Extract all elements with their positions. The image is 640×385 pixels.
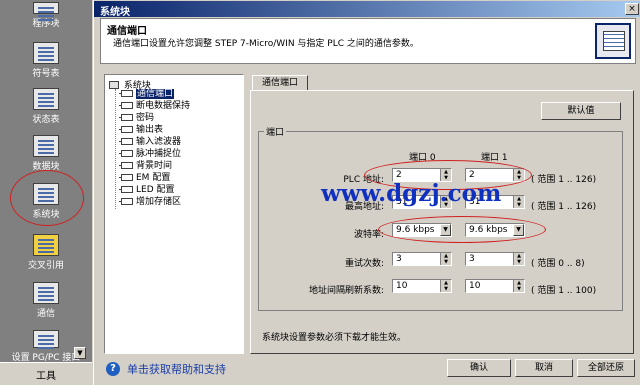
retry-count-label: 重试次数: xyxy=(344,259,384,269)
port-icon xyxy=(119,174,133,181)
scroll-down-button[interactable]: ▼ xyxy=(74,347,86,359)
nav-label: 程序块 xyxy=(32,19,60,29)
nav-symbol-table[interactable]: 符号表 xyxy=(4,42,88,79)
tree-item-label: 背景时间 xyxy=(136,161,173,171)
tree-item-background-time[interactable]: 背景时间 xyxy=(119,161,173,171)
tree-item-em-config[interactable]: EM 配置 xyxy=(119,173,171,183)
restore-all-button[interactable]: 全部还原 xyxy=(577,359,635,377)
port0-gap-update-factor-input[interactable]: 10 ▲ ▼ xyxy=(392,279,452,293)
tools-section[interactable]: 工具 xyxy=(0,362,92,385)
tree-item-label: EM 配置 xyxy=(136,173,171,183)
gap-update-factor-label: 地址间隔刷新系数: xyxy=(308,286,384,296)
watermark: www.dgzj.com xyxy=(321,180,502,207)
port-icon xyxy=(119,150,133,157)
highest-address-range: ( 范围 1 .. 126) xyxy=(531,202,597,212)
nav-label: 通信 xyxy=(36,309,55,319)
symbol-table-icon xyxy=(33,42,59,64)
pgpc-interface-icon xyxy=(33,330,59,348)
port-icon xyxy=(119,102,133,109)
spin-arrows-icon[interactable]: ▲ ▼ xyxy=(513,253,524,265)
tree-item-output-table[interactable]: 输出表 xyxy=(119,125,164,135)
gap-update-factor-range: ( 范围 1 .. 100) xyxy=(531,286,597,296)
nav-communication[interactable]: 通信 xyxy=(4,282,88,319)
help-icon[interactable]: ? xyxy=(106,362,120,376)
help-link[interactable]: 单击获取帮助和支持 xyxy=(127,361,226,377)
port-icon xyxy=(119,138,133,145)
port-group-label: 端口 xyxy=(264,125,287,138)
tree-item-retentive[interactable]: 断电数据保持 xyxy=(119,101,191,111)
nav-label: 状态表 xyxy=(32,115,60,125)
header-title: 通信端口 xyxy=(107,26,147,37)
spin-arrows-icon[interactable]: ▲ ▼ xyxy=(440,280,451,292)
value: 3 xyxy=(396,254,402,264)
tree-item-label: 断电数据保持 xyxy=(136,101,191,111)
communication-icon xyxy=(33,282,59,304)
port-icon xyxy=(119,90,133,97)
plc-address-range: ( 范围 1 .. 126) xyxy=(531,175,597,185)
folder-icon xyxy=(109,81,119,89)
nav-program-block[interactable]: 程序块 xyxy=(4,2,88,29)
default-button[interactable]: 默认值 xyxy=(541,102,621,120)
port1-gap-update-factor-input[interactable]: 10 ▲ ▼ xyxy=(465,279,525,293)
system-block-dialog: 系统块 × 通信端口 通信端口设置允许您调整 STEP 7-Micro/WIN … xyxy=(93,0,640,385)
tools-label: 工具 xyxy=(36,371,56,382)
program-block-icon xyxy=(33,2,59,14)
status-table-icon xyxy=(33,88,59,110)
tree-item-label: 通信端口 xyxy=(136,89,175,99)
nav-label: 符号表 xyxy=(32,69,60,79)
port-icon xyxy=(119,162,133,169)
value: 10 xyxy=(469,281,481,291)
retry-count-range: ( 范围 0 .. 8) xyxy=(531,259,585,269)
highlight-ellipse xyxy=(378,216,546,243)
port-icon xyxy=(119,186,133,193)
cancel-button[interactable]: 取消 xyxy=(515,359,573,377)
nav-data-block[interactable]: 数据块 xyxy=(4,135,88,172)
tree-item-input-filter[interactable]: 输入滤波器 xyxy=(119,137,182,147)
tree-item-pulse-catch[interactable]: 脉冲捕捉位 xyxy=(119,149,182,159)
nav-status-table[interactable]: 状态表 xyxy=(4,88,88,125)
ok-button[interactable]: 确认 xyxy=(447,359,511,377)
tree-item-comm-port[interactable]: 通信端口 xyxy=(119,89,175,99)
header-description: 通信端口设置允许您调整 STEP 7-Micro/WIN 与指定 PLC 之间的… xyxy=(113,39,419,49)
spin-arrows-icon[interactable]: ▲ ▼ xyxy=(513,280,524,292)
tree-item-label: 密码 xyxy=(136,113,155,123)
dialog-title: 系统块 xyxy=(100,7,130,18)
value: 10 xyxy=(396,281,408,291)
spin-arrows-icon[interactable]: ▲ ▼ xyxy=(440,253,451,265)
tree-item-label: 输入滤波器 xyxy=(136,137,182,147)
system-block-icon xyxy=(595,23,631,59)
value: 3 xyxy=(469,254,475,264)
port0-retry-count-input[interactable]: 3 ▲ ▼ xyxy=(392,252,452,266)
port1-retry-count-input[interactable]: 3 ▲ ▼ xyxy=(465,252,525,266)
data-block-icon xyxy=(33,135,59,157)
cross-reference-icon xyxy=(33,234,59,256)
tree-item-label: 脉冲捕捉位 xyxy=(136,149,182,159)
close-button[interactable]: × xyxy=(625,3,639,15)
tree-item-label: 输出表 xyxy=(136,125,164,135)
port-icon xyxy=(119,198,133,205)
tree-item-password[interactable]: 密码 xyxy=(119,113,155,123)
dialog-header: 通信端口 通信端口设置允许您调整 STEP 7-Micro/WIN 与指定 PL… xyxy=(100,18,636,64)
tab-comm-port[interactable]: 通信端口 xyxy=(252,75,308,91)
spin-arrows-icon[interactable]: ▲ ▼ xyxy=(513,196,524,208)
tree-item-led-config[interactable]: LED 配置 xyxy=(119,185,175,195)
tree-connector xyxy=(115,89,116,209)
tree-item-label: LED 配置 xyxy=(136,185,175,195)
nav-cross-reference[interactable]: 交叉引用 xyxy=(4,234,88,271)
baud-rate-label: 波特率: xyxy=(353,230,384,240)
tree-item-add-memory[interactable]: 增加存储区 xyxy=(119,197,182,207)
dialog-titlebar: 系统块 × xyxy=(94,1,640,18)
port-icon xyxy=(119,126,133,133)
download-note: 系统块设置参数必须下载才能生效。 xyxy=(262,333,407,343)
settings-tree: 系统块 通信端口 断电数据保持 密码 输出表 输入滤波器 脉冲捕捉位 背景时间 … xyxy=(104,74,244,354)
port-icon xyxy=(119,114,133,121)
highlight-ellipse xyxy=(10,170,84,226)
tree-item-label: 增加存储区 xyxy=(136,197,182,207)
nav-label: 交叉引用 xyxy=(27,261,64,271)
